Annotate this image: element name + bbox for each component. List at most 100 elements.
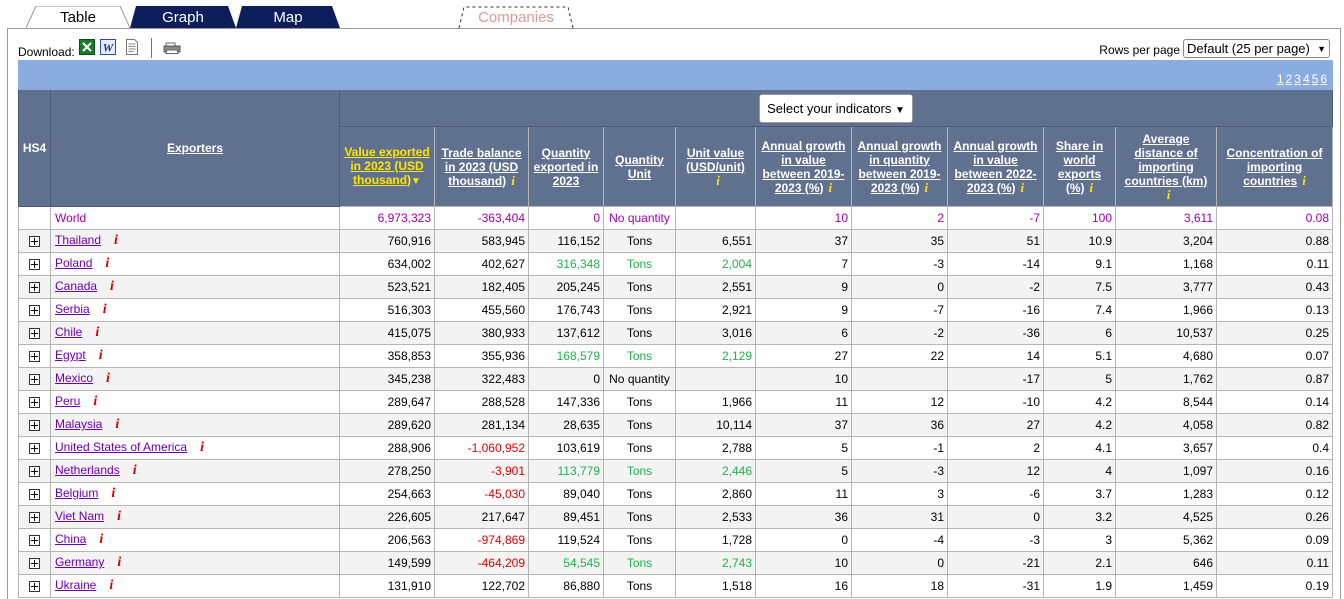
exporter-name[interactable]: Serbia xyxy=(55,302,90,316)
exporters-table: 123456 HS4 Exporters Select your indicat… xyxy=(17,60,1334,598)
expand-plus-icon[interactable] xyxy=(29,581,40,593)
country-info-icon[interactable]: i xyxy=(99,348,103,363)
printer-icon[interactable] xyxy=(163,42,181,54)
column-header-quantity-unit[interactable]: Quantity Unit xyxy=(603,126,676,207)
exporter-name[interactable]: Germany xyxy=(55,555,104,569)
page-link[interactable]: 1 xyxy=(1277,72,1284,86)
avg-distance-sort-link[interactable]: Average distance of importing countries … xyxy=(1125,132,1208,188)
tab-companies[interactable]: Companies xyxy=(458,6,574,28)
exporter-name[interactable]: China xyxy=(55,532,86,546)
country-info-icon[interactable]: i xyxy=(117,555,121,570)
expand-plus-icon[interactable] xyxy=(29,489,40,501)
expand-plus-icon[interactable] xyxy=(29,558,40,570)
info-icon[interactable]: i xyxy=(1021,180,1025,195)
page-link[interactable]: 4 xyxy=(1303,72,1310,86)
exporters-sort-link[interactable]: Exporters xyxy=(167,141,223,155)
quantity-unit-sort-link[interactable]: Quantity Unit xyxy=(615,153,664,181)
exporter-name[interactable]: Mexico xyxy=(55,371,93,385)
exporter-name[interactable]: Canada xyxy=(55,279,97,293)
country-info-icon[interactable]: i xyxy=(95,325,99,340)
word-icon[interactable]: W xyxy=(100,39,116,55)
growth-quantity-cell: 12 xyxy=(851,390,948,414)
page-link[interactable]: 6 xyxy=(1320,72,1327,86)
column-header-growth-value[interactable]: Annual growth in value between 2019-2023… xyxy=(755,126,852,207)
expand-plus-icon[interactable] xyxy=(29,535,40,547)
country-info-icon[interactable]: i xyxy=(105,256,109,271)
growth-value-sort-link[interactable]: Annual growth in value between 2019-2023… xyxy=(762,139,846,195)
expand-plus-icon[interactable] xyxy=(29,397,40,409)
page-link[interactable]: 3 xyxy=(1294,72,1301,86)
unit-value-sort-link[interactable]: Unit value (USD/unit) xyxy=(686,146,745,174)
column-header-share-world[interactable]: Share in world exports (%) i xyxy=(1043,126,1116,207)
quantity-exported-sort-link[interactable]: Quantity exported in 2023 xyxy=(534,146,599,188)
exporter-name[interactable]: Thailand xyxy=(55,233,101,247)
tab-table[interactable]: Table xyxy=(26,6,130,28)
country-info-icon[interactable]: i xyxy=(114,233,118,248)
column-header-unit-value[interactable]: Unit value (USD/unit) i xyxy=(675,126,756,207)
select-indicators-button[interactable]: Select your indicators ▼ xyxy=(759,93,913,123)
tab-map[interactable]: Map xyxy=(236,6,340,28)
expand-plus-icon[interactable] xyxy=(29,443,40,455)
info-icon[interactable]: i xyxy=(829,180,833,195)
concentration-sort-link[interactable]: Concentration of importing countries xyxy=(1227,146,1323,188)
country-info-icon[interactable]: i xyxy=(93,394,97,409)
info-icon[interactable]: i xyxy=(511,173,515,188)
column-header-value-exported[interactable]: Value exported in 2023 (USD thousand)▼ xyxy=(339,126,435,207)
exporter-name[interactable]: Ukraine xyxy=(55,578,96,592)
column-header-avg-distance[interactable]: Average distance of importing countries … xyxy=(1115,126,1217,207)
page-link[interactable]: 5 xyxy=(1312,72,1319,86)
country-info-icon[interactable]: i xyxy=(115,417,119,432)
country-info-icon[interactable]: i xyxy=(103,302,107,317)
country-info-icon[interactable]: i xyxy=(200,440,204,455)
rows-per-page-select[interactable]: Default (25 per page) ▼ xyxy=(1183,39,1330,58)
exporter-name[interactable]: Peru xyxy=(55,394,80,408)
expand-plus-icon[interactable] xyxy=(29,420,40,432)
exporter-name[interactable]: Netherlands xyxy=(55,463,120,477)
column-header-concentration[interactable]: Concentration of importing countries i xyxy=(1215,126,1334,207)
column-header-exporters[interactable]: Exporters xyxy=(50,89,340,207)
expand-plus-icon[interactable] xyxy=(29,259,40,271)
exporter-name[interactable]: United States of America xyxy=(55,440,187,454)
column-header-growth-quantity[interactable]: Annual growth in quantity between 2019-2… xyxy=(851,126,948,207)
country-info-icon[interactable]: i xyxy=(117,509,121,524)
page-link[interactable]: 2 xyxy=(1286,72,1293,86)
excel-icon[interactable] xyxy=(79,39,95,55)
exporter-name[interactable]: Viet Nam xyxy=(55,509,104,523)
trade-balance-cell: 402,627 xyxy=(434,252,529,276)
text-file-icon[interactable] xyxy=(124,39,140,55)
exporter-cell: China i xyxy=(50,528,340,552)
expand-plus-icon[interactable] xyxy=(29,374,40,386)
info-icon[interactable]: i xyxy=(716,173,720,188)
exporter-name[interactable]: Poland xyxy=(55,256,92,270)
concentration-cell: 0.12 xyxy=(1215,482,1334,506)
info-icon[interactable]: i xyxy=(925,180,929,195)
expand-plus-icon[interactable] xyxy=(29,236,40,248)
country-info-icon[interactable]: i xyxy=(110,279,114,294)
country-info-icon[interactable]: i xyxy=(109,578,113,593)
country-info-icon[interactable]: i xyxy=(133,463,137,478)
exporter-name[interactable]: Chile xyxy=(55,325,82,339)
growth-quantity-sort-link[interactable]: Annual growth in quantity between 2019-2… xyxy=(858,139,942,195)
tab-graph[interactable]: Graph xyxy=(130,6,236,28)
country-info-icon[interactable]: i xyxy=(99,532,103,547)
expand-plus-icon[interactable] xyxy=(29,305,40,317)
trade-balance-sort-link[interactable]: Trade balance in 2023 (USD thousand) xyxy=(441,146,521,188)
expand-plus-icon[interactable] xyxy=(29,466,40,478)
exporter-name[interactable]: Malaysia xyxy=(55,417,102,431)
info-icon[interactable]: i xyxy=(1167,187,1171,202)
exporter-name[interactable]: Egypt xyxy=(55,348,86,362)
country-info-icon[interactable]: i xyxy=(106,371,110,386)
info-icon[interactable]: i xyxy=(1090,180,1094,195)
growth-value-2022-sort-link[interactable]: Annual growth in value between 2022-2023… xyxy=(954,139,1038,195)
expand-plus-icon[interactable] xyxy=(29,282,40,294)
column-header-trade-balance[interactable]: Trade balance in 2023 (USD thousand) i xyxy=(434,126,529,207)
column-header-quantity-exported[interactable]: Quantity exported in 2023 xyxy=(528,126,604,207)
expand-plus-icon[interactable] xyxy=(29,351,40,363)
expand-plus-icon[interactable] xyxy=(29,512,40,524)
country-info-icon[interactable]: i xyxy=(111,486,115,501)
column-header-growth-value-2022[interactable]: Annual growth in value between 2022-2023… xyxy=(947,126,1044,207)
info-icon[interactable]: i xyxy=(1302,173,1306,188)
expand-plus-icon[interactable] xyxy=(29,328,40,340)
exporter-name[interactable]: Belgium xyxy=(55,486,98,500)
share-world-sort-link[interactable]: Share in world exports (%) xyxy=(1056,139,1103,195)
